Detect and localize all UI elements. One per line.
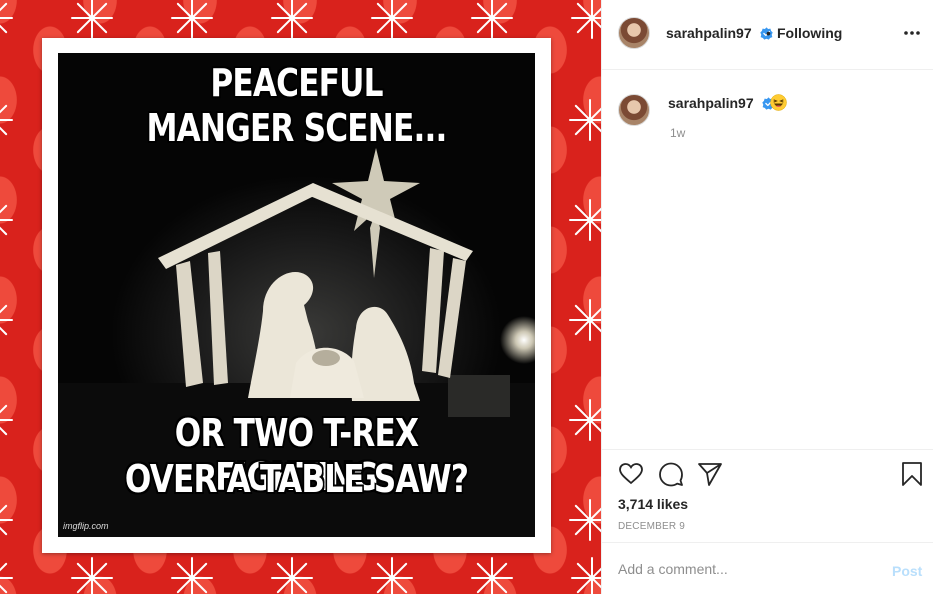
caption-comment: sarahpalin97 1w: [618, 92, 918, 152]
header-username-link[interactable]: sarahpalin97: [666, 25, 773, 41]
snowflake-icon: [0, 2, 13, 34]
snowflake-icon: [471, 0, 513, 39]
snowflake-icon: [271, 557, 313, 594]
laughing-face-emoji: [770, 94, 787, 111]
snowflake-icon: [569, 299, 601, 341]
snowflake-icon: [569, 399, 601, 441]
caption-username-link[interactable]: sarahpalin97: [668, 95, 775, 111]
post-actions: 3,714 likes DECEMBER 9: [602, 449, 933, 542]
snowflake-icon: [0, 204, 13, 236]
snowflake-icon: [71, 0, 113, 39]
likes-count[interactable]: 3,714 likes: [618, 496, 688, 512]
avatar[interactable]: [618, 17, 650, 49]
paper-plane-icon[interactable]: [697, 461, 723, 487]
snowflake-icon: [571, 0, 601, 39]
comment-avatar[interactable]: [618, 94, 650, 126]
post-side-panel: sarahpalin97 • Following sarahpalin97 1w…: [601, 0, 933, 594]
bookmark-icon[interactable]: [899, 461, 925, 487]
snowflake-icon: [0, 104, 13, 136]
snowflake-icon: [171, 557, 213, 594]
meme-top-text-line-1: PEACEFUL: [210, 61, 383, 105]
username-text: sarahpalin97: [668, 95, 754, 111]
snowflake-icon: [0, 404, 13, 436]
post-date[interactable]: DECEMBER 9: [618, 521, 685, 532]
snowflake-icon: [0, 504, 13, 536]
snowflake-icon: [371, 0, 413, 39]
snowflake-icon: [71, 557, 113, 594]
snowflake-icon: [171, 0, 213, 39]
snowflake-icon: [569, 99, 601, 141]
post-header: sarahpalin97 • Following: [602, 0, 933, 70]
snowflake-icon: [0, 562, 13, 594]
photo-frame: PEACEFUL MANGER SCENE... OR TWO T-REX FI…: [42, 38, 551, 553]
snowflake-icon: [0, 304, 13, 336]
meme-bottom-text-line-2: OVER A TABLE SAW?: [124, 457, 469, 501]
heart-icon[interactable]: [618, 461, 644, 487]
comment-timestamp[interactable]: 1w: [670, 126, 685, 140]
snowflake-icon: [569, 499, 601, 541]
meme-image: PEACEFUL MANGER SCENE... OR TWO T-REX FI…: [58, 53, 535, 537]
post-media[interactable]: PEACEFUL MANGER SCENE... OR TWO T-REX FI…: [0, 0, 601, 594]
snowflake-icon: [371, 557, 413, 594]
username-text: sarahpalin97: [666, 25, 752, 41]
snowflake-icon: [569, 199, 601, 241]
add-comment-form: Post: [602, 542, 933, 594]
imgflip-watermark: imgflip.com: [63, 521, 109, 531]
snowflake-icon: [271, 0, 313, 39]
speech-bubble-icon[interactable]: [658, 461, 684, 487]
snowflake-icon: [471, 557, 513, 594]
post-comment-button[interactable]: Post: [892, 563, 922, 579]
separator-dot: •: [766, 25, 771, 41]
meme-top-text-line-2: MANGER SCENE...: [146, 106, 447, 150]
comment-input[interactable]: [618, 557, 878, 581]
snowflake-icon: [571, 557, 601, 594]
more-options-icon[interactable]: [902, 23, 922, 43]
following-button[interactable]: Following: [777, 25, 842, 41]
